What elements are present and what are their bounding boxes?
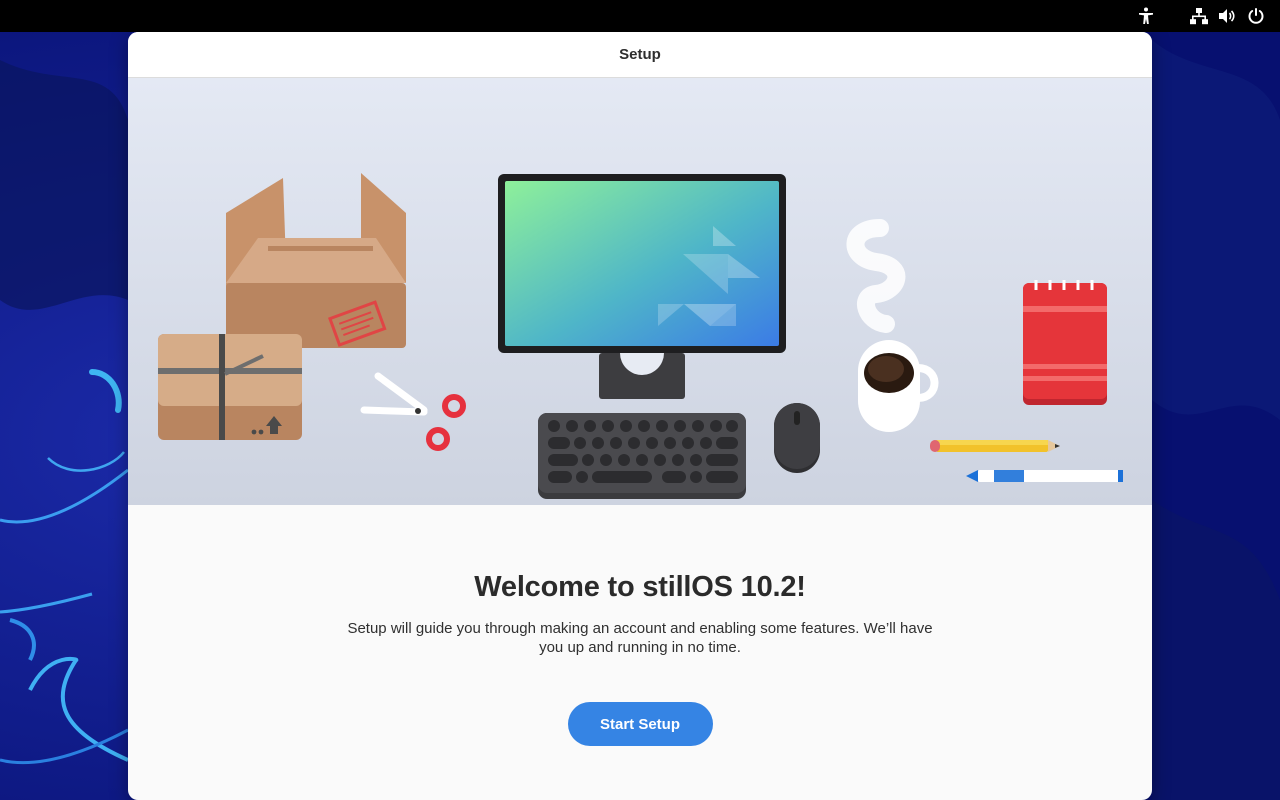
monitor-icon [498, 174, 786, 399]
window-title: Setup [619, 46, 661, 63]
pencil-icon [930, 440, 1060, 452]
top-bar [0, 0, 1280, 32]
start-setup-button[interactable]: Start Setup [567, 702, 713, 746]
setup-window: Setup Welcome to stillOS 10.2! Setup wil… [128, 32, 1152, 800]
volume-icon[interactable] [1217, 6, 1237, 26]
header-bar: Setup [128, 32, 1152, 78]
cardboard-box-small-icon [158, 334, 302, 440]
scissors-icon [360, 372, 466, 451]
cardboard-box-open-icon [226, 173, 406, 348]
coffee-mug-icon [846, 219, 939, 432]
network-icon[interactable] [1189, 6, 1209, 26]
welcome-title: Welcome to stillOS 10.2! [474, 571, 806, 603]
pen-icon [966, 470, 1123, 482]
mouse-icon [774, 403, 820, 473]
accessibility-icon[interactable] [1136, 6, 1156, 26]
notebook-icon [1023, 280, 1107, 405]
welcome-illustration [128, 78, 1152, 505]
power-icon[interactable] [1246, 6, 1266, 26]
welcome-description: Setup will guide you through making an a… [347, 620, 933, 656]
keyboard-icon [538, 413, 746, 499]
welcome-content: Welcome to stillOS 10.2! Setup will guid… [128, 505, 1152, 746]
